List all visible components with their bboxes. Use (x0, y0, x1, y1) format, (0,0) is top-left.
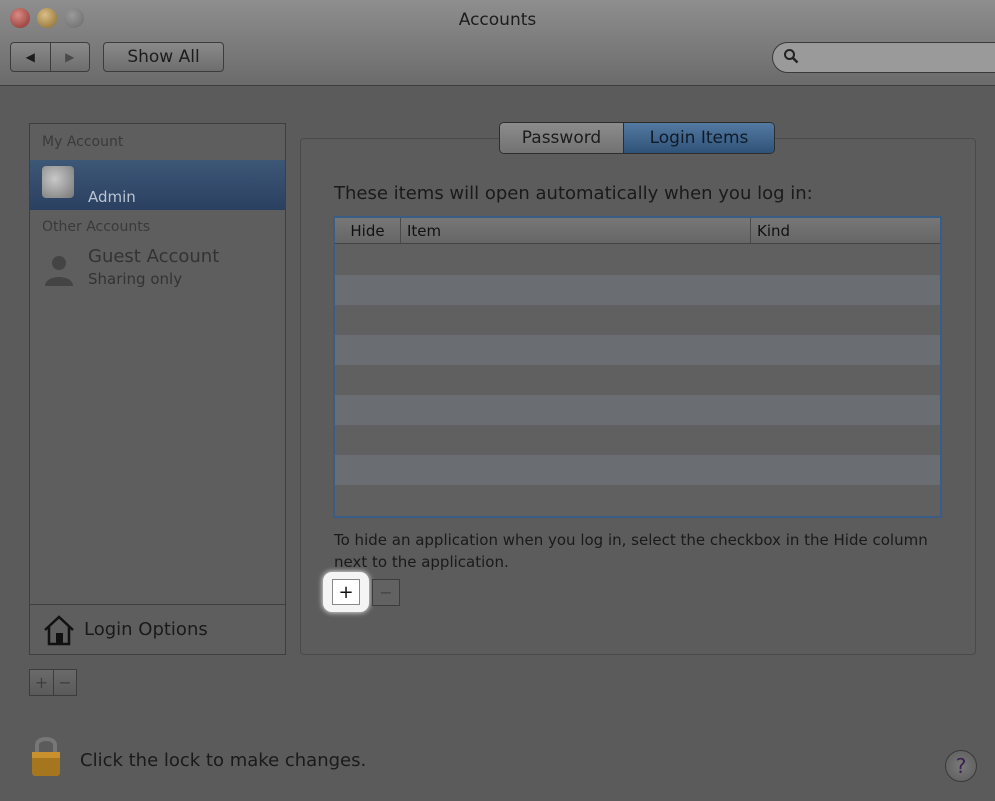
tab-password[interactable]: Password (500, 123, 624, 153)
other-accounts-header: Other Accounts (42, 219, 151, 235)
forward-button[interactable]: ▶ (49, 43, 90, 71)
back-forward-control: ◀ ▶ (10, 42, 90, 72)
my-account-header: My Account (42, 134, 124, 150)
account-subtitle: Sharing only (88, 270, 183, 288)
person-icon (45, 256, 73, 286)
table-row (335, 395, 940, 425)
add-login-item-button[interactable]: + (323, 572, 369, 612)
show-all-button[interactable]: Show All (103, 42, 224, 72)
help-button[interactable]: ? (945, 750, 977, 782)
account-add-remove-control: + − (29, 669, 77, 696)
table-row (335, 455, 940, 485)
forward-arrow-icon: ▶ (65, 50, 75, 64)
login-item-add-remove-control: + − (323, 572, 403, 612)
login-options-item[interactable]: Login Options (30, 604, 285, 654)
lock-status-text: Click the lock to make changes. (80, 750, 367, 771)
remove-account-button[interactable]: − (53, 670, 76, 695)
search-input[interactable] (805, 47, 985, 69)
plus-icon: + (332, 579, 360, 605)
window-title: Accounts (458, 10, 537, 30)
window-titlebar: Accounts ◀ ▶ Show All (0, 0, 995, 86)
login-items-intro: These items will open automatically when… (334, 183, 813, 204)
column-header-item[interactable]: Item (401, 218, 751, 243)
login-options-label: Login Options (84, 619, 208, 640)
account-item-admin[interactable]: Admin (30, 160, 285, 210)
table-header: Hide Item Kind (335, 218, 940, 244)
back-button[interactable]: ◀ (11, 43, 50, 71)
help-icon: ? (955, 754, 967, 778)
lock-icon[interactable] (29, 733, 63, 777)
tab-bar: Password Login Items (499, 122, 775, 154)
account-item-guest[interactable]: Guest Account Sharing only (30, 242, 285, 292)
column-header-kind[interactable]: Kind (751, 218, 940, 243)
search-icon (783, 48, 799, 68)
add-account-button[interactable]: + (30, 670, 53, 695)
hide-hint-text: To hide an application when you log in, … (334, 531, 928, 571)
table-row (335, 335, 940, 365)
account-name: Admin (88, 188, 136, 206)
remove-login-item-button[interactable]: − (372, 579, 400, 606)
accounts-sidebar: My Account Admin Other Accounts Guest Ac… (29, 123, 286, 655)
back-arrow-icon: ◀ (25, 50, 35, 64)
avatar (42, 166, 74, 198)
tab-login-items[interactable]: Login Items (624, 123, 774, 153)
house-icon (44, 614, 74, 645)
column-header-hide[interactable]: Hide (335, 218, 401, 243)
login-items-table[interactable]: Hide Item Kind (333, 216, 942, 518)
account-name: Guest Account (88, 246, 220, 267)
table-row (335, 275, 940, 305)
search-field[interactable] (772, 42, 995, 73)
